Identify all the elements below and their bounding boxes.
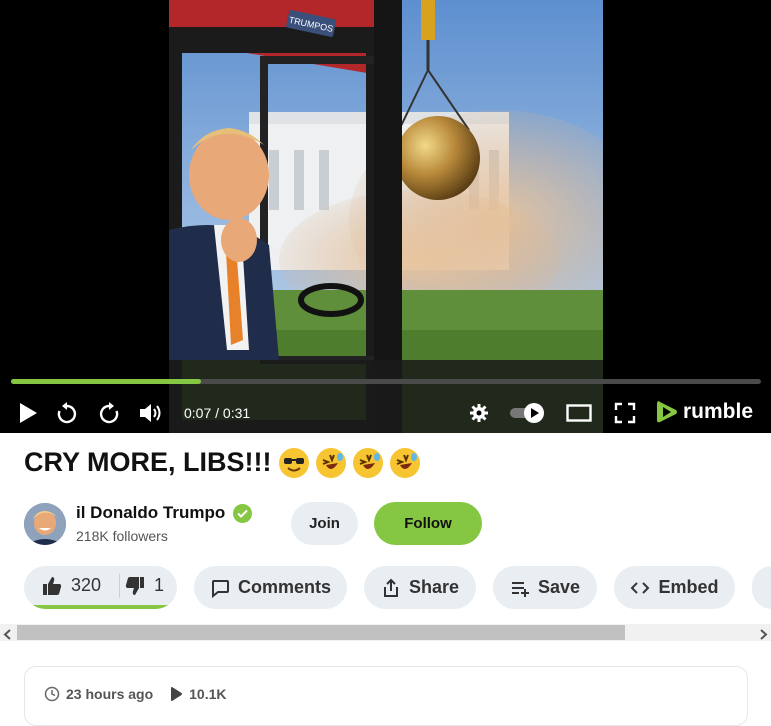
volume-icon: [140, 404, 161, 422]
more-actions-button[interactable]: [752, 566, 771, 609]
play-icon: [20, 403, 37, 423]
like-button[interactable]: 320: [42, 566, 101, 605]
share-label: Share: [408, 577, 460, 597]
horizontal-scrollbar[interactable]: [0, 624, 771, 641]
theater-mode-button[interactable]: [565, 396, 593, 430]
rewind-button[interactable]: [54, 396, 80, 430]
forward-button[interactable]: [96, 396, 122, 430]
comment-icon: [211, 579, 229, 598]
thumbs-down-icon: [125, 576, 144, 595]
view-count: 10.1K: [189, 686, 227, 702]
sunglasses-emoji-icon: [278, 447, 309, 478]
play-button[interactable]: [14, 396, 42, 430]
settings-button[interactable]: [468, 396, 490, 430]
like-count: 320: [71, 575, 102, 595]
video-still: TRUMPOS: [169, 0, 603, 433]
verified-badge-icon: [233, 503, 253, 523]
fullscreen-icon: [614, 402, 636, 424]
autoplay-toggle[interactable]: [509, 396, 547, 430]
save-label: Save: [537, 577, 581, 597]
channel-avatar[interactable]: [24, 503, 66, 545]
player-controls: 0:07 / 0:31 rumble: [0, 396, 771, 430]
rofl-emoji-icon: [389, 447, 420, 478]
dislike-button[interactable]: 1: [125, 566, 164, 605]
embed-button[interactable]: Embed: [614, 566, 735, 609]
rewind-icon: [57, 402, 77, 424]
posted-time: 23 hours ago: [66, 686, 154, 702]
rofl-emoji-icon: [315, 447, 346, 478]
comments-button[interactable]: Comments: [194, 566, 347, 609]
comments-label: Comments: [237, 577, 331, 597]
fullscreen-button[interactable]: [612, 396, 638, 430]
rumble-logo-icon: [657, 401, 677, 423]
views-play-icon: [171, 687, 183, 701]
rumble-logo-text: rumble: [683, 400, 754, 423]
rumble-logo[interactable]: rumble: [655, 399, 753, 425]
save-button[interactable]: Save: [493, 566, 597, 609]
video-title: CRY MORE, LIBS!!!: [24, 447, 420, 478]
follow-button[interactable]: Follow: [374, 502, 482, 545]
share-icon: [383, 578, 398, 597]
video-meta: 23 hours ago 10.1K: [44, 686, 227, 702]
playlist-add-icon: [511, 581, 529, 597]
scroll-right-arrow-icon[interactable]: [758, 627, 768, 645]
rating-control: 320 1: [24, 566, 177, 609]
forward-icon: [99, 402, 119, 424]
theater-icon: [566, 404, 592, 422]
scrollbar-thumb[interactable]: [17, 625, 625, 640]
share-button[interactable]: Share: [364, 566, 476, 609]
code-icon: [631, 581, 650, 594]
rating-ratio-bar: [29, 605, 172, 609]
rofl-emoji-icon: [352, 447, 383, 478]
dislike-count: 1: [154, 575, 165, 595]
autoplay-toggle-icon: [510, 403, 544, 423]
progress-fill: [11, 379, 201, 384]
progress-bar[interactable]: [11, 379, 761, 384]
video-player[interactable]: TRUMPOS 0:07 / 0:31 rumble: [0, 0, 771, 433]
rating-divider: [119, 574, 120, 598]
channel-name[interactable]: il Donaldo Trumpo: [76, 503, 253, 523]
join-button[interactable]: Join: [291, 502, 358, 545]
clock-icon: [44, 686, 60, 702]
time-display: 0:07 / 0:31: [184, 405, 251, 421]
gear-icon: [470, 404, 488, 422]
volume-button[interactable]: [137, 396, 165, 430]
follower-count: 218K followers: [76, 528, 168, 544]
thumbs-up-icon: [43, 576, 62, 595]
embed-label: Embed: [658, 577, 719, 597]
video-frame[interactable]: TRUMPOS: [169, 0, 603, 433]
channel-name-text: il Donaldo Trumpo: [76, 503, 226, 522]
scroll-left-arrow-icon[interactable]: [3, 627, 13, 645]
video-title-text: CRY MORE, LIBS!!!: [24, 447, 272, 477]
